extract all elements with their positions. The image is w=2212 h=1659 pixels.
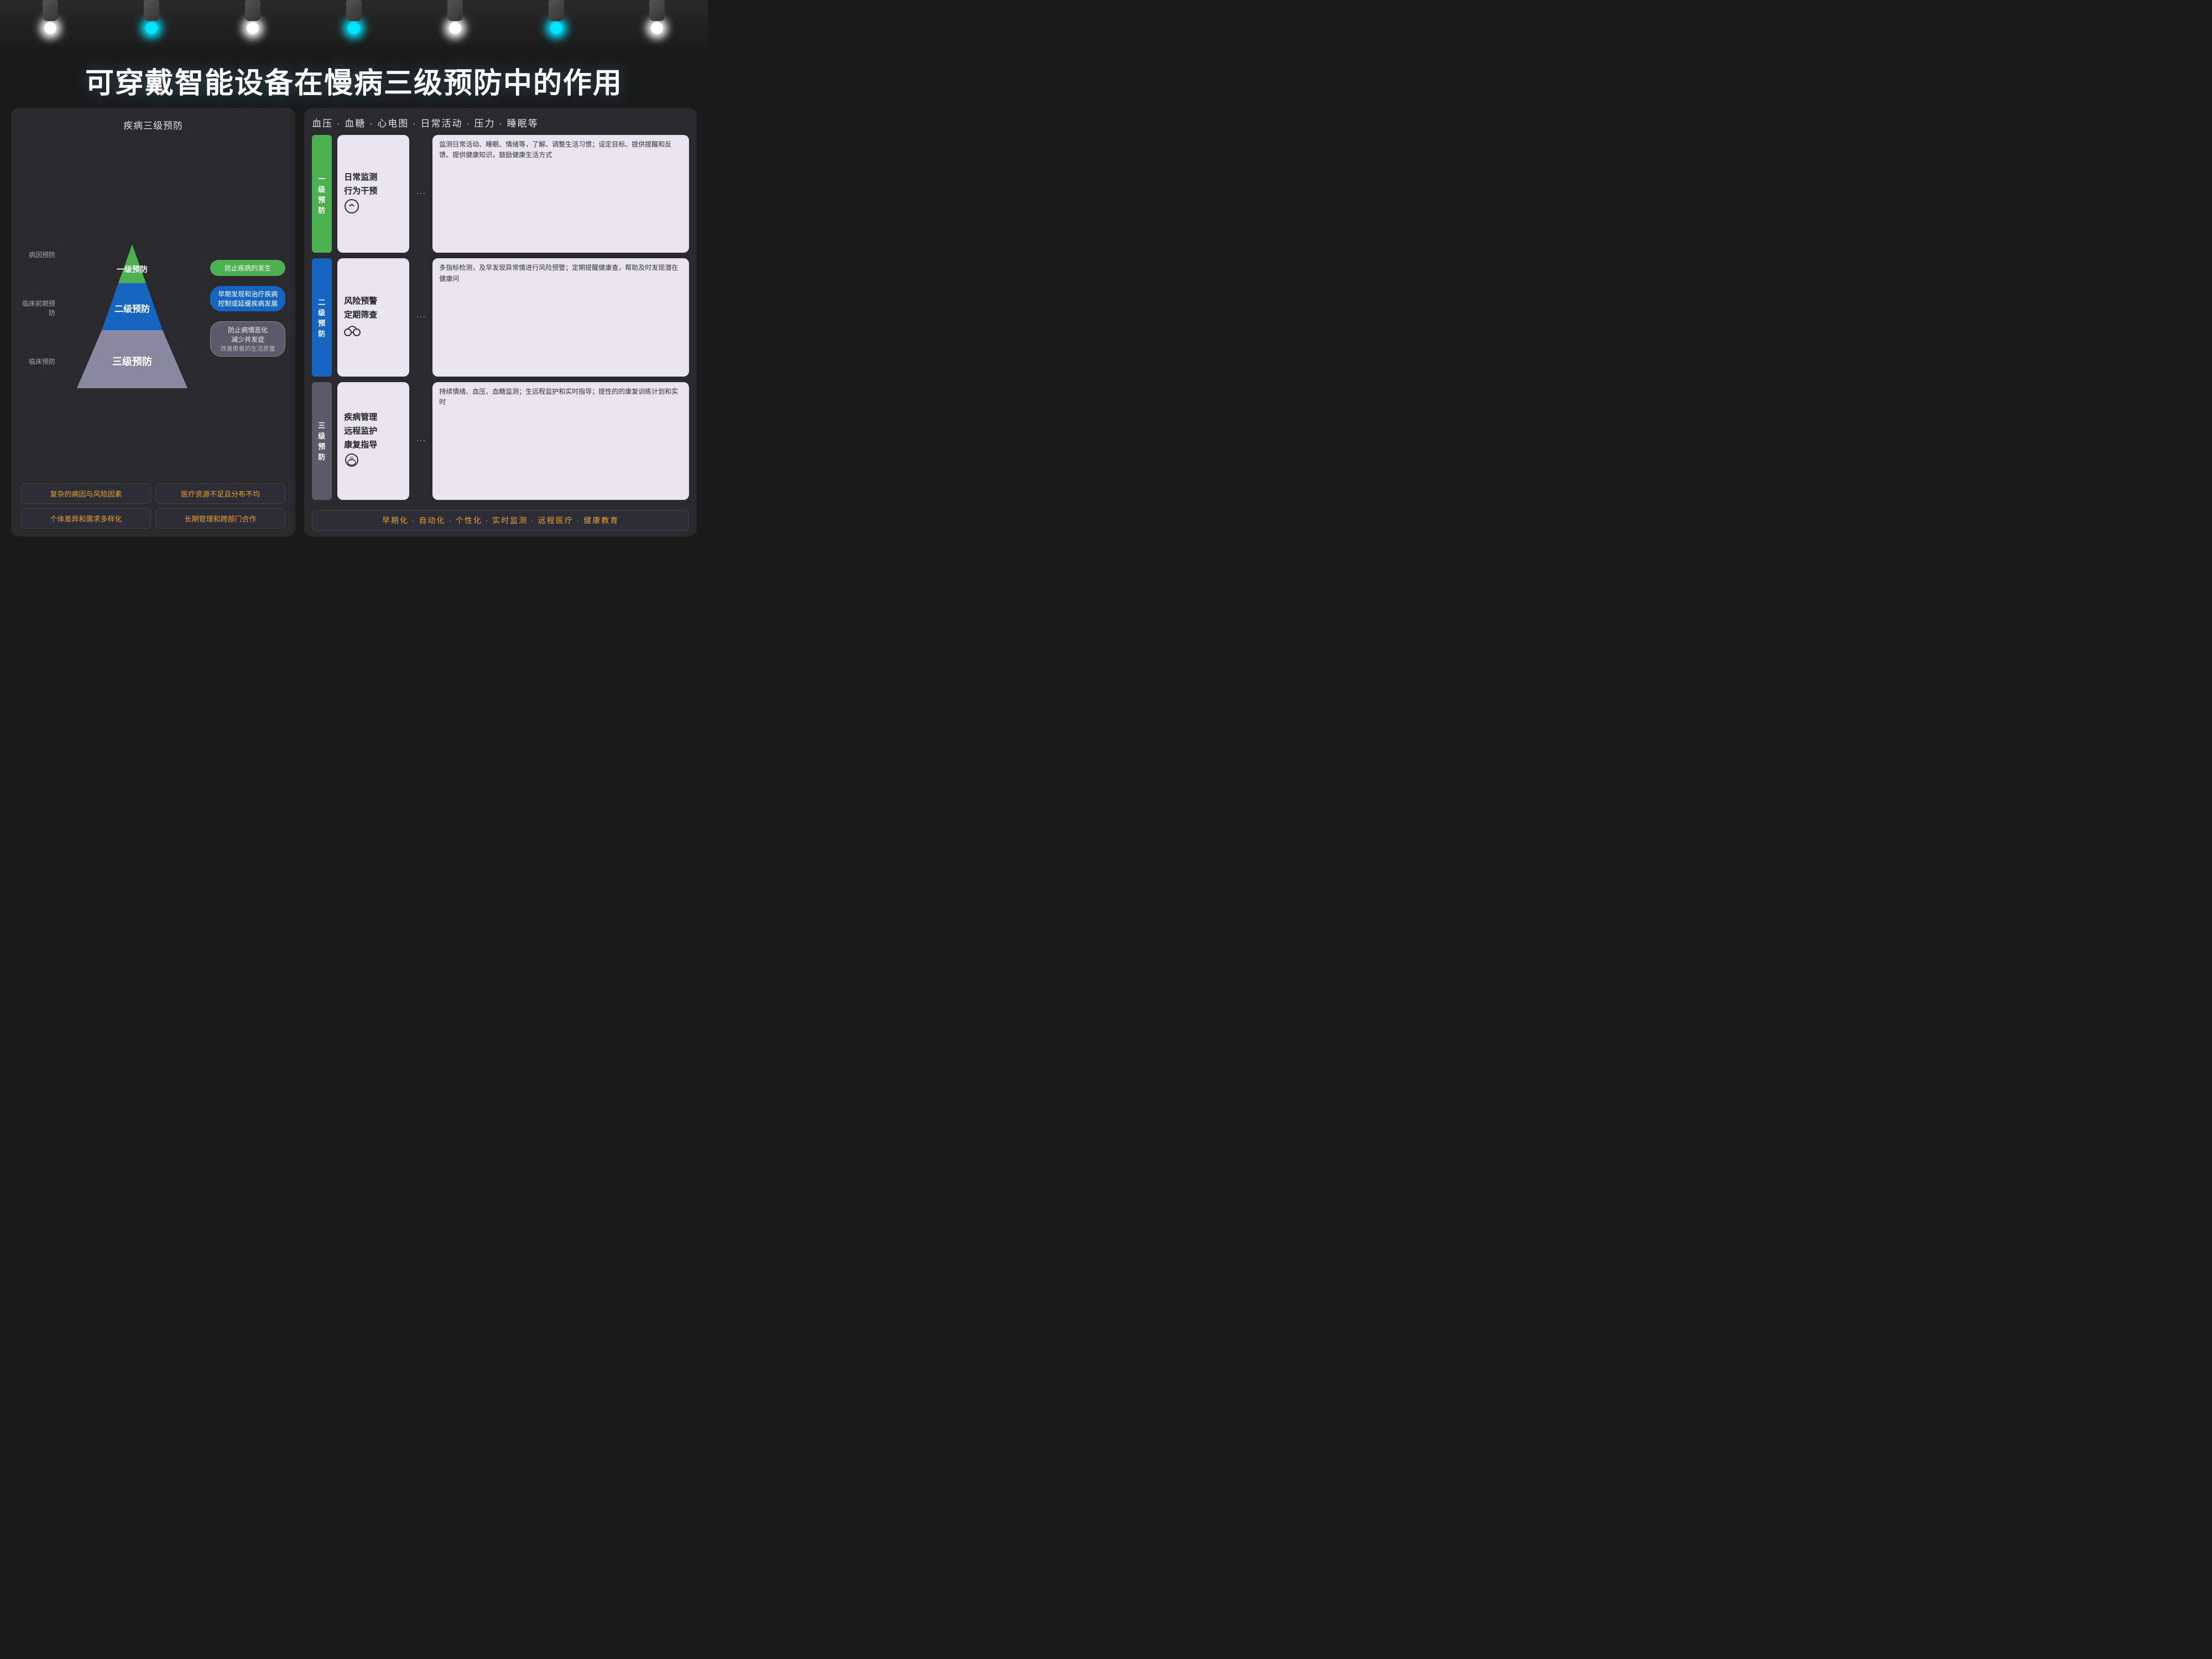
right-label-2: 早期发现和治疗疾病 控制或延缓疾病发展 xyxy=(210,286,285,311)
pyramid-left-labels: 病因预防 临床前期预防 临床预防 xyxy=(21,231,60,385)
bottom-box-1: 复杂的病因与风险因素 xyxy=(21,483,151,504)
right-text-2: 多指标检测，及早发现异常情进行风险预警；定期提醒健康查，帮助及时发现潜在健康问 xyxy=(432,258,689,376)
middle-box-2: 风险预警 定期筛查 xyxy=(337,258,409,376)
bottom-box-3: 个体差异和需求多样化 xyxy=(21,508,151,529)
label-box-blue: 早期发现和治疗疾病 控制或延缓疾病发展 xyxy=(210,286,285,311)
light-2 xyxy=(144,0,159,34)
light-1 xyxy=(43,0,58,34)
right-header: 血压 · 血糖 · 心电图 · 日常活动 · 压力 · 睡眠等 xyxy=(312,116,689,129)
pyramid-right-labels: 防止疾病的发生 早期发现和治疗疾病 控制或延缓疾病发展 防止病情恶化 减少并发症… xyxy=(210,260,285,357)
connector-3: ⋯ xyxy=(415,382,427,500)
light-7 xyxy=(649,0,665,34)
main-title: 可穿戴智能设备在慢病三级预防中的作用 xyxy=(0,50,708,108)
light-4 xyxy=(346,0,362,34)
left-panel: 疾病三级预防 病因预防 临床前期预防 临床预防 三级预防 二级预防 xyxy=(11,108,295,536)
content-area: 疾病三级预防 病因预防 临床前期预防 临床预防 三级预防 二级预防 xyxy=(0,108,708,542)
label-box-gray: 防止病情恶化 减少并发症 改善患者的生活质量 xyxy=(210,321,285,357)
bottom-box-2: 医疗资源不足且分布不均 xyxy=(155,483,285,504)
right-panel: 血压 · 血糖 · 心电图 · 日常活动 · 压力 · 睡眠等 一 级 预 防 … xyxy=(304,108,697,536)
left-panel-title: 疾病三级预防 xyxy=(21,118,285,132)
label-box-green: 防止疾病的发生 xyxy=(210,260,285,276)
label-level3: 临床预防 xyxy=(21,357,55,366)
level-row-3: 三 级 预 防 疾病管理 远程监护 康复指导 ⋯ 持续情绪、血 xyxy=(312,382,689,500)
level-row-1: 一 级 预 防 日常监测 行为干预 ⋯ 监测日常活动、睡眠、情绪等，了解、调整生… xyxy=(312,135,689,253)
bottom-box-4: 长期管理和跨部门合作 xyxy=(155,508,285,529)
bottom-boxes: 复杂的病因与风险因素 医疗资源不足且分布不均 个体差异和需求多样化 长期管理和跨… xyxy=(21,483,285,529)
right-label-1: 防止疾病的发生 xyxy=(210,260,285,276)
light-6 xyxy=(549,0,564,34)
badge-level3: 三 级 预 防 xyxy=(312,382,332,500)
right-text-1: 监测日常活动、睡眠、情绪等，了解、调整生活习惯；设定目标、提供提醒和反馈、提供健… xyxy=(432,135,689,253)
middle-box-1: 日常监测 行为干预 xyxy=(337,135,409,253)
label-level2: 临床前期预防 xyxy=(21,299,55,317)
pyramid-area: 病因预防 临床前期预防 临床预防 三级预防 二级预防 一级预防 xyxy=(21,138,285,478)
svg-text:一级预防: 一级预防 xyxy=(117,265,148,274)
right-bottom-bar: 早期化 · 自动化 · 个性化 · 实时监测 · 远程医疗 · 健康教育 xyxy=(312,510,689,531)
light-5 xyxy=(447,0,463,34)
light-3 xyxy=(245,0,260,34)
svg-text:三级预防: 三级预防 xyxy=(112,356,152,367)
badge-level1: 一 级 预 防 xyxy=(312,135,332,253)
badge-level2: 二 级 预 防 xyxy=(312,258,332,376)
pyramid-svg: 三级预防 二级预防 一级预防 xyxy=(60,228,205,388)
stage-lights xyxy=(0,0,708,50)
right-text-3: 持续情绪、血压、血糖监测；生远程监护和实时指导；提性的的康复训练计划和实时 xyxy=(432,382,689,500)
middle-box-3: 疾病管理 远程监护 康复指导 xyxy=(337,382,409,500)
right-label-3: 防止病情恶化 减少并发症 改善患者的生活质量 xyxy=(210,321,285,357)
connector-1: ⋯ xyxy=(415,135,427,253)
level-row-2: 二 级 预 防 风险预警 定期筛查 ⋯ 多指标检测， xyxy=(312,258,689,376)
connector-2: ⋯ xyxy=(415,258,427,376)
label-level1: 病因预防 xyxy=(21,250,55,259)
svg-text:二级预防: 二级预防 xyxy=(114,304,150,314)
